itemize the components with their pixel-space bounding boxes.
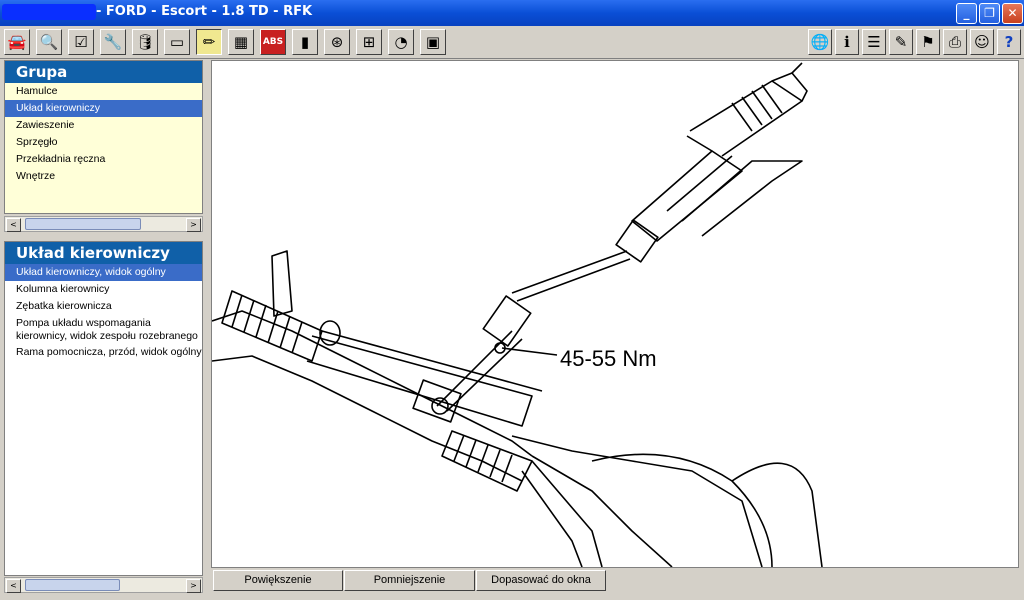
close-button[interactable]: ✕ (1002, 3, 1023, 24)
minimize-button[interactable]: _ (956, 3, 977, 24)
display-icon[interactable]: ▣ (420, 29, 446, 55)
notepad-icon[interactable]: ✎ (889, 29, 913, 55)
title-bar: - FORD - Escort - 1.8 TD - RFK _ ❐ ✕ (0, 0, 1024, 26)
battery-icon[interactable]: ▮ (292, 29, 318, 55)
fit-to-window-button[interactable]: Dopasować do okna (476, 570, 606, 591)
group-panel-title: Grupa (5, 61, 202, 83)
window-title: - FORD - Escort - 1.8 TD - RFK (96, 4, 313, 19)
group-item[interactable]: Zawieszenie (5, 117, 202, 134)
scroll-left-arrow-icon[interactable]: < (6, 218, 21, 232)
wrench-icon[interactable]: 🔧 (100, 29, 126, 55)
section-item[interactable]: Pompa układu wspomagania kierownicy, wid… (5, 315, 202, 344)
group-item[interactable]: Przekładnia ręczna (5, 151, 202, 168)
globe-icon[interactable]: 🌐 (808, 29, 832, 55)
group-item[interactable]: Sprzęgło (5, 134, 202, 151)
group-scrollbar[interactable]: < > (4, 216, 203, 232)
section-scrollbar[interactable]: < > (4, 577, 203, 593)
group-item[interactable]: Układ kierowniczy (5, 100, 202, 117)
steering-icon[interactable]: ⊛ (324, 29, 350, 55)
section-item[interactable]: Układ kierowniczy, widok ogólny (5, 264, 202, 281)
technical-drawing: 45-55 Nm (211, 60, 1019, 568)
group-item[interactable]: Hamulce (5, 83, 202, 100)
toolbar: 🚘 🔍 ☑ 🔧 🛢 ▭ ✏ ▦ ABS ▮ ⊛ ⊞ ◔ ▣ 🌐 ℹ ☰ ✎ ⚑ ⎙ ☺? (0, 26, 1024, 59)
car-icon[interactable]: 🚘 (4, 29, 30, 55)
group-item[interactable]: Wnętrze (5, 168, 202, 185)
flag-icon[interactable]: ⚑ (916, 29, 940, 55)
zoom-out-button[interactable]: Pomniejszenie (344, 570, 475, 591)
section-item[interactable]: Rama pomocnicza, przód, widok ogólny (5, 344, 202, 361)
scroll-right-arrow-icon[interactable]: > (186, 218, 201, 232)
info-icon[interactable]: ℹ (835, 29, 859, 55)
oil-can-icon[interactable]: 🛢 (132, 29, 158, 55)
group-panel: Grupa Hamulce Układ kierowniczy Zawieszeni… (4, 60, 203, 214)
magnifier-icon[interactable]: 🔍 (36, 29, 62, 55)
steering-rack-illustration: 45-55 Nm (211, 62, 823, 568)
person-icon[interactable]: ☺ (970, 29, 994, 55)
circuit-icon[interactable]: ▦ (228, 29, 254, 55)
zoom-in-button[interactable]: Powiększenie (213, 570, 343, 591)
list-icon[interactable]: ☰ (862, 29, 886, 55)
help-icon[interactable]: ? (997, 29, 1021, 55)
scroll-right-arrow-icon[interactable]: > (186, 579, 201, 593)
section-item[interactable]: Zębatka kierownicza (5, 298, 202, 315)
scroll-thumb[interactable] (25, 579, 120, 591)
abs-icon[interactable]: ABS (260, 29, 286, 55)
torque-label: 45-55 Nm (560, 346, 657, 371)
redacted-region (2, 4, 96, 20)
section-panel: Układ kierowniczy Układ kierowniczy, wid… (4, 241, 203, 576)
pencil-icon[interactable]: ✏ (196, 29, 222, 55)
gauge-strip-icon[interactable]: ▭ (164, 29, 190, 55)
section-item[interactable]: Kolumna kierownicy (5, 281, 202, 298)
section-panel-title: Układ kierowniczy (5, 242, 202, 264)
scroll-left-arrow-icon[interactable]: < (6, 579, 21, 593)
checklist-icon[interactable]: ☑ (68, 29, 94, 55)
timing-icon[interactable]: ◔ (388, 29, 414, 55)
scroll-thumb[interactable] (25, 218, 141, 230)
restore-button[interactable]: ❐ (979, 3, 1000, 24)
diagram-icon[interactable]: ⊞ (356, 29, 382, 55)
printer-icon[interactable]: ⎙ (943, 29, 967, 55)
